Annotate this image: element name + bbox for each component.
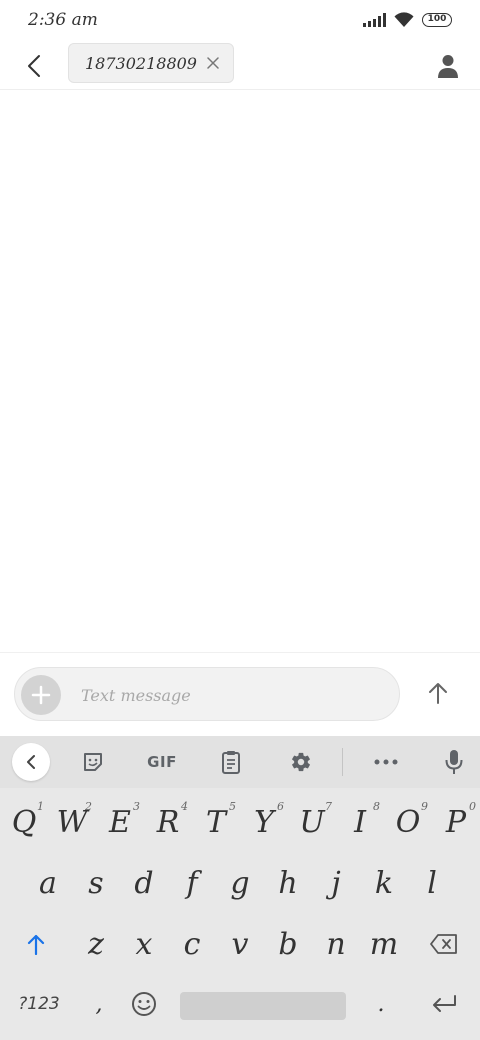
symbols-key[interactable]: ?123 xyxy=(0,974,78,1034)
sticker-icon xyxy=(84,753,102,771)
key-w[interactable]: W2 xyxy=(48,792,96,852)
more-options-button[interactable] xyxy=(367,744,405,780)
sticker-button[interactable] xyxy=(74,744,112,780)
keyboard-toolbar: GIF xyxy=(0,736,480,788)
message-list[interactable] xyxy=(0,91,480,652)
key-o[interactable]: O9 xyxy=(384,792,432,852)
contact-button[interactable] xyxy=(430,48,466,84)
gif-button[interactable]: GIF xyxy=(140,744,184,780)
microphone-icon xyxy=(445,750,463,774)
key-b[interactable]: b xyxy=(264,914,312,974)
key-n[interactable]: n xyxy=(312,914,360,974)
person-icon xyxy=(438,55,458,78)
key-e[interactable]: E3 xyxy=(96,792,144,852)
close-icon xyxy=(207,57,219,69)
remove-recipient-button[interactable] xyxy=(205,55,221,71)
space-bar[interactable] xyxy=(180,992,346,1020)
conversation-header: 18730218809 xyxy=(0,40,480,90)
key-d[interactable]: d xyxy=(120,853,168,913)
key-m[interactable]: m xyxy=(360,914,408,974)
recipient-number: 18730218809 xyxy=(85,53,197,73)
key-p[interactable]: P0 xyxy=(432,792,480,852)
voice-input-button[interactable] xyxy=(435,744,473,780)
status-bar: 2:36 am 100 xyxy=(0,0,480,40)
comma-key[interactable]: , xyxy=(78,974,120,1034)
key-a[interactable]: a xyxy=(24,853,72,913)
recipient-chip[interactable]: 18730218809 xyxy=(68,43,234,83)
wifi-icon xyxy=(394,12,414,27)
key-x[interactable]: x xyxy=(120,914,168,974)
chevron-left-icon xyxy=(27,755,35,769)
collapse-toolbar-button[interactable] xyxy=(12,743,50,781)
key-r[interactable]: R4 xyxy=(144,792,192,852)
shift-key[interactable] xyxy=(0,914,72,974)
key-z[interactable]: z xyxy=(72,914,120,974)
key-i[interactable]: I8 xyxy=(336,792,384,852)
compose-bar xyxy=(0,652,480,736)
key-u[interactable]: U7 xyxy=(288,792,336,852)
clipboard-icon xyxy=(222,751,240,774)
status-icons: 100 xyxy=(363,12,452,28)
status-time: 2:36 am xyxy=(28,10,98,30)
send-button[interactable] xyxy=(420,675,456,711)
key-h[interactable]: h xyxy=(264,853,312,913)
keyboard: GIF Q1 W2 E 3 R 4 T 5 Y 6 U 7 I 8 O 9 P … xyxy=(0,736,480,1040)
toolbar-divider xyxy=(342,748,343,776)
key-t[interactable]: T5 xyxy=(192,792,240,852)
clipboard-button[interactable] xyxy=(212,744,250,780)
keyboard-row-1: Q1 W2 E3 R4 T5 Y6 U7 I8 O9 P0 xyxy=(0,792,480,852)
plus-icon xyxy=(31,685,51,705)
key-j[interactable]: j xyxy=(312,853,360,913)
chevron-left-icon xyxy=(28,55,40,77)
battery-icon: 100 xyxy=(422,13,452,27)
message-input[interactable] xyxy=(81,680,381,710)
more-horizontal-icon xyxy=(374,759,398,765)
gear-icon xyxy=(292,752,310,772)
key-q[interactable]: Q1 xyxy=(0,792,48,852)
backspace-icon xyxy=(430,934,457,954)
key-y[interactable]: Y6 xyxy=(240,792,288,852)
enter-arrow-icon xyxy=(433,995,456,1012)
emoji-key[interactable] xyxy=(120,974,168,1034)
key-s[interactable]: s xyxy=(72,853,120,913)
keyboard-row-2: a s d f g h j k l xyxy=(0,853,480,913)
key-k[interactable]: k xyxy=(360,853,408,913)
back-button[interactable] xyxy=(16,48,52,84)
backspace-key[interactable] xyxy=(408,914,480,974)
keyboard-row-4: ?123 , . xyxy=(0,974,480,1034)
keyboard-row-3: z x c v b n m xyxy=(0,914,480,974)
enter-key[interactable] xyxy=(408,974,480,1034)
key-g[interactable]: g xyxy=(216,853,264,913)
emoji-icon xyxy=(132,992,156,1016)
key-c[interactable]: c xyxy=(168,914,216,974)
add-attachment-button[interactable] xyxy=(21,675,61,715)
key-v[interactable]: v xyxy=(216,914,264,974)
message-input-container xyxy=(14,667,400,721)
arrow-up-icon xyxy=(429,683,447,704)
signal-icon xyxy=(363,13,386,27)
settings-button[interactable] xyxy=(282,744,320,780)
key-l[interactable]: l xyxy=(408,853,456,913)
shift-arrow-icon xyxy=(27,934,45,955)
period-key[interactable]: . xyxy=(360,974,402,1034)
key-f[interactable]: f xyxy=(168,853,216,913)
